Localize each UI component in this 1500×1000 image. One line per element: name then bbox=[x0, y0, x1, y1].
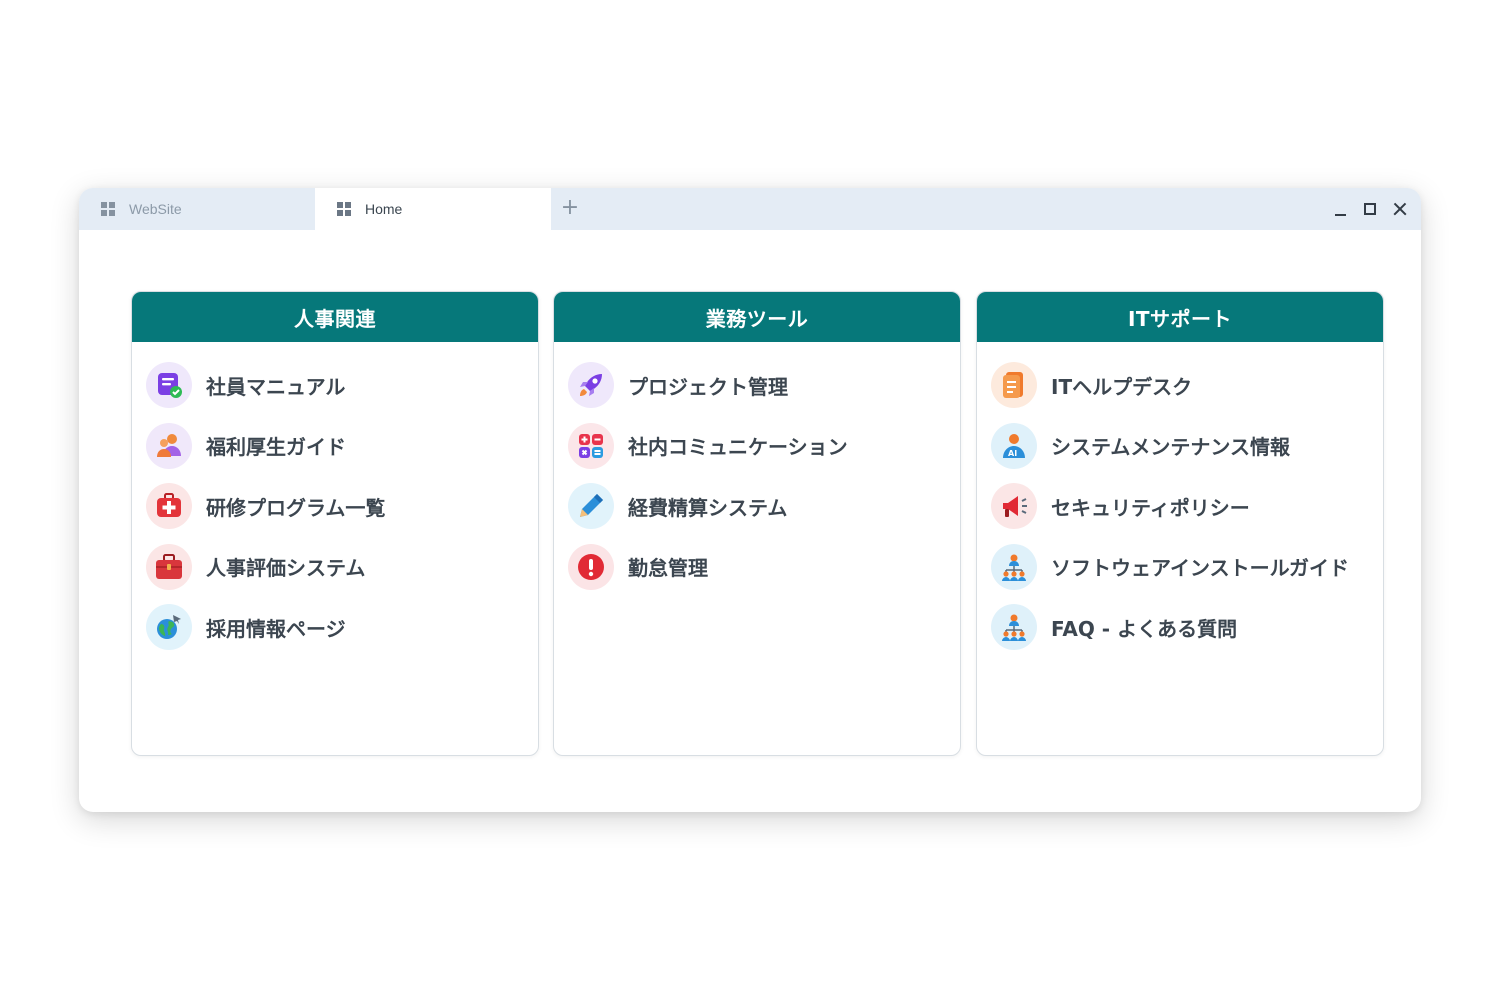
hr-panel: 人事関連 社員マニュアル 福利厚生ガイド 研修プログラム一覧 人事評価システム … bbox=[131, 291, 539, 756]
link-label: システムメンテナンス情報 bbox=[1051, 435, 1290, 460]
link-label: 研修プログラム一覧 bbox=[206, 495, 386, 520]
globe-plane-icon bbox=[146, 604, 192, 651]
tab-home[interactable]: Home bbox=[315, 188, 551, 230]
calculator-icon bbox=[568, 422, 614, 469]
maximize-icon[interactable] bbox=[1361, 200, 1379, 218]
tab-label: Home bbox=[365, 201, 403, 217]
link-training-programs[interactable]: 研修プログラム一覧 bbox=[146, 476, 538, 537]
link-label: 社内コミュニケーション bbox=[628, 435, 848, 460]
panel-title: ITサポート bbox=[977, 292, 1383, 342]
link-label: 採用情報ページ bbox=[206, 616, 346, 641]
document-icon bbox=[991, 362, 1037, 409]
new-tab-button[interactable]: + bbox=[559, 195, 581, 221]
panel-title: 業務ツール bbox=[554, 292, 960, 342]
first-aid-kit-icon bbox=[146, 483, 192, 530]
svg-text:AI: AI bbox=[1008, 449, 1017, 458]
link-software-install-guide[interactable]: ソフトウェアインストールガイド bbox=[991, 537, 1383, 598]
link-list: プロジェクト管理 社内コミュニケーション 経費精算システム 勤怠管理 bbox=[554, 342, 960, 597]
link-label: 勤怠管理 bbox=[628, 556, 708, 581]
link-label: 社員マニュアル bbox=[206, 374, 346, 399]
link-benefits-guide[interactable]: 福利厚生ガイド bbox=[146, 416, 538, 477]
briefcase-icon bbox=[146, 543, 192, 590]
link-label: FAQ - よくある質問 bbox=[1051, 616, 1238, 641]
link-faq[interactable]: FAQ - よくある質問 bbox=[991, 597, 1383, 658]
pencil-icon bbox=[568, 483, 614, 530]
link-internal-communication[interactable]: 社内コミュニケーション bbox=[568, 416, 960, 477]
alert-icon bbox=[568, 543, 614, 590]
ai-person-icon: AI bbox=[991, 422, 1037, 469]
link-expense-system[interactable]: 経費精算システム bbox=[568, 476, 960, 537]
minimize-icon[interactable] bbox=[1331, 200, 1349, 218]
link-it-helpdesk[interactable]: ITヘルプデスク bbox=[991, 355, 1383, 416]
panel-title: 人事関連 bbox=[132, 292, 538, 342]
link-attendance-management[interactable]: 勤怠管理 bbox=[568, 537, 960, 598]
link-hr-evaluation[interactable]: 人事評価システム bbox=[146, 537, 538, 598]
purple-list-check-icon bbox=[146, 362, 192, 409]
close-icon[interactable] bbox=[1391, 200, 1409, 218]
it-support-panel: ITサポート ITヘルプデスク AI システムメンテナンス情報 セキュリティポリ… bbox=[976, 291, 1384, 756]
link-label: プロジェクト管理 bbox=[628, 374, 788, 399]
link-security-policy[interactable]: セキュリティポリシー bbox=[991, 476, 1383, 537]
link-recruitment-page[interactable]: 採用情報ページ bbox=[146, 597, 538, 658]
link-label: ITヘルプデスク bbox=[1051, 374, 1193, 399]
team-network-icon bbox=[991, 543, 1037, 590]
link-list: ITヘルプデスク AI システムメンテナンス情報 セキュリティポリシー ソフトウ… bbox=[977, 342, 1383, 658]
link-label: 人事評価システム bbox=[206, 556, 366, 581]
browser-window: WebSite Home + 人事関連 社員マニュアル 福利厚生ガイド 研修プロ… bbox=[79, 188, 1421, 812]
link-list: 社員マニュアル 福利厚生ガイド 研修プログラム一覧 人事評価システム 採用情報ペ… bbox=[132, 342, 538, 658]
link-employee-manual[interactable]: 社員マニュアル bbox=[146, 355, 538, 416]
grid-icon bbox=[337, 202, 351, 216]
link-label: 経費精算システム bbox=[628, 495, 788, 520]
tab-website[interactable]: WebSite bbox=[79, 188, 315, 230]
link-label: セキュリティポリシー bbox=[1051, 495, 1250, 520]
grid-icon bbox=[101, 202, 115, 216]
megaphone-icon bbox=[991, 483, 1037, 530]
team-network-icon bbox=[991, 604, 1037, 651]
link-system-maintenance[interactable]: AI システムメンテナンス情報 bbox=[991, 416, 1383, 477]
tab-bar: WebSite Home + bbox=[79, 188, 1421, 230]
link-label: ソフトウェアインストールガイド bbox=[1051, 556, 1349, 581]
rocket-icon bbox=[568, 362, 614, 409]
business-tools-panel: 業務ツール プロジェクト管理 社内コミュニケーション 経費精算システム 勤怠管理 bbox=[553, 291, 961, 756]
people-icon bbox=[146, 422, 192, 469]
tab-label: WebSite bbox=[129, 201, 182, 217]
link-project-management[interactable]: プロジェクト管理 bbox=[568, 355, 960, 416]
link-label: 福利厚生ガイド bbox=[206, 435, 346, 460]
